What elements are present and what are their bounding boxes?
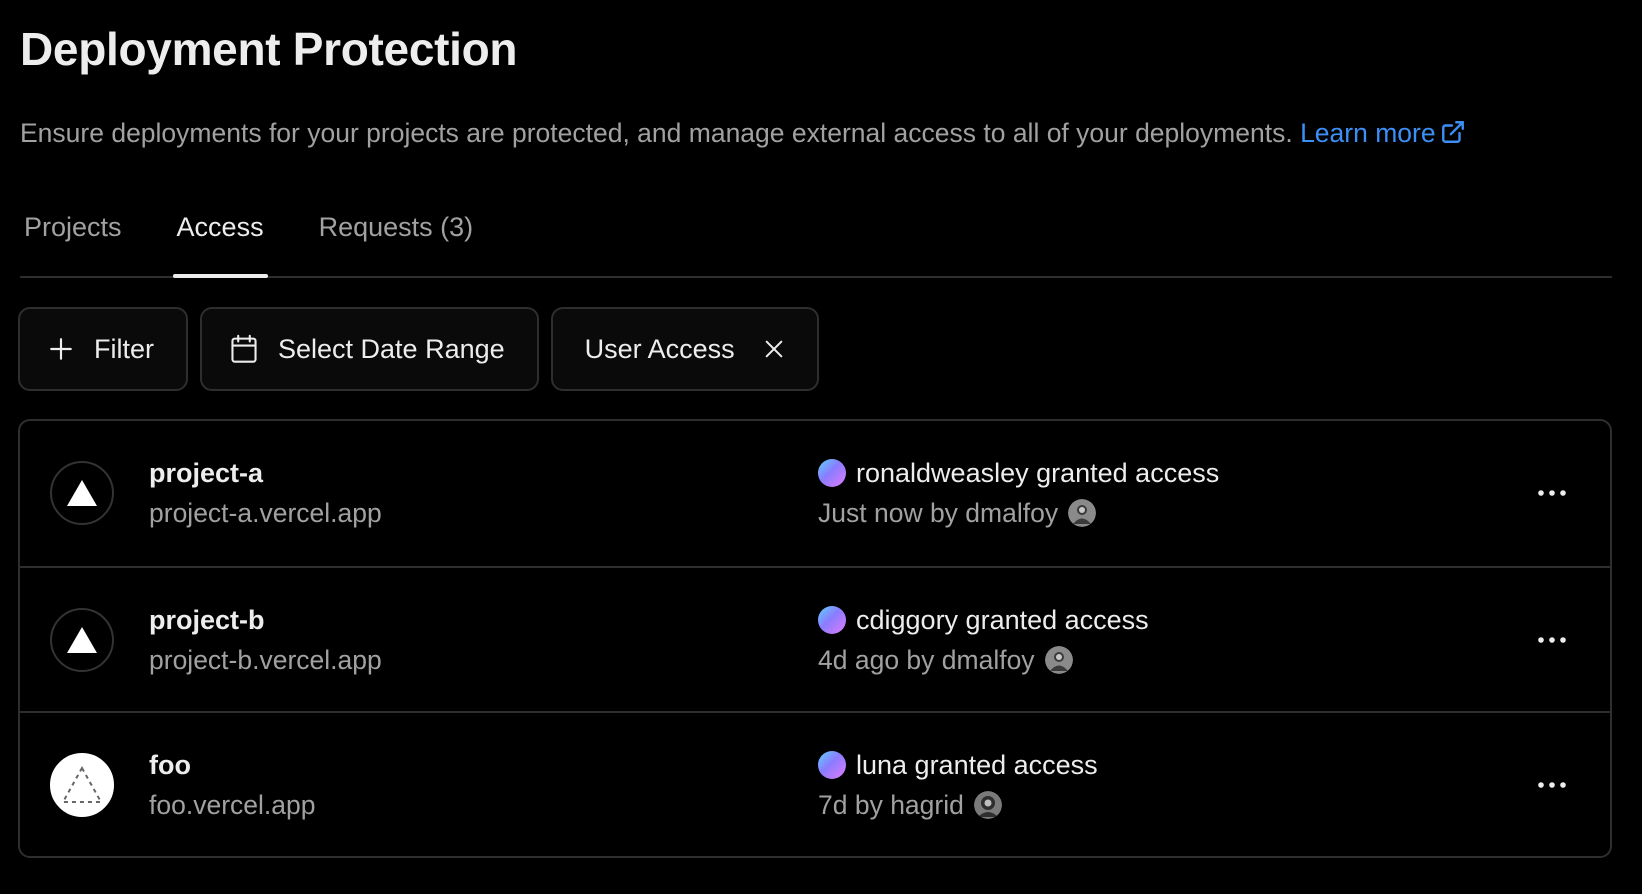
active-filter-label: User Access (584, 333, 735, 364)
list-item[interactable]: project-b project-b.vercel.app cdiggory … (20, 566, 1610, 711)
more-options-button[interactable] (1530, 471, 1574, 515)
list-item[interactable]: project-a project-a.vercel.app ronaldwea… (20, 421, 1610, 566)
user-avatar-gradient (818, 606, 846, 634)
tab-bar: Projects Access Requests (3) (20, 196, 1612, 278)
project-domain: project-a.vercel.app (149, 498, 382, 528)
date-range-label: Select Date Range (278, 333, 505, 364)
avatar (973, 791, 1002, 819)
ellipsis-icon (1538, 782, 1566, 788)
plus-icon (50, 338, 72, 360)
date-range-button[interactable]: Select Date Range (200, 307, 539, 391)
user-avatar-gradient (818, 459, 846, 487)
activity: ronaldweasley granted access Just now by… (818, 456, 1219, 530)
vercel-triangle-icon (50, 461, 114, 525)
avatar (1068, 499, 1097, 527)
activity-meta: Just now by dmalfoy (818, 498, 1059, 528)
activity: cdiggory granted access 4d ago by dmalfo… (818, 603, 1149, 677)
external-link-icon (1441, 121, 1464, 143)
user-avatar-gradient (818, 751, 846, 779)
filter-bar: Filter Select Date Range User Access (18, 307, 819, 391)
page-description: Ensure deployments for your projects are… (20, 115, 1466, 151)
learn-more-label: Learn more (1300, 118, 1436, 148)
calendar-icon (231, 334, 257, 363)
project-domain: foo.vercel.app (149, 790, 316, 820)
more-options-button[interactable] (1530, 763, 1574, 807)
activity-meta: 7d by hagrid (818, 790, 964, 820)
project-name[interactable]: foo (149, 748, 191, 782)
vercel-triangle-icon (50, 608, 114, 672)
more-options-button[interactable] (1530, 618, 1574, 662)
description-text: Ensure deployments for your projects are… (20, 118, 1293, 148)
dashed-triangle-icon (50, 753, 114, 817)
ellipsis-icon (1538, 490, 1566, 496)
project-domain: project-b.vercel.app (149, 645, 382, 675)
activity-text: ronaldweasley granted access (856, 458, 1220, 488)
ellipsis-icon (1538, 637, 1566, 643)
activity: luna granted access 7d by hagrid (818, 748, 1098, 822)
activity-text: luna granted access (856, 750, 1098, 780)
filter-button-label: Filter (94, 333, 154, 364)
tab-access[interactable]: Access (172, 196, 268, 278)
learn-more-link[interactable]: Learn more (1300, 118, 1466, 148)
tab-projects[interactable]: Projects (20, 196, 126, 276)
remove-filter-button[interactable] (763, 338, 785, 360)
avatar (1044, 646, 1073, 674)
activity-meta: 4d ago by dmalfoy (818, 645, 1035, 675)
access-list: project-a project-a.vercel.app ronaldwea… (18, 419, 1612, 858)
filter-button[interactable]: Filter (18, 307, 188, 391)
close-icon (765, 340, 783, 358)
project-name[interactable]: project-a (149, 456, 263, 490)
active-filter-chip: User Access (550, 307, 819, 391)
tab-requests[interactable]: Requests (3) (315, 196, 478, 276)
page-title: Deployment Protection (20, 23, 518, 75)
list-item[interactable]: foo foo.vercel.app luna granted access 7… (20, 711, 1610, 856)
activity-text: cdiggory granted access (856, 605, 1149, 635)
project-name[interactable]: project-b (149, 603, 265, 637)
